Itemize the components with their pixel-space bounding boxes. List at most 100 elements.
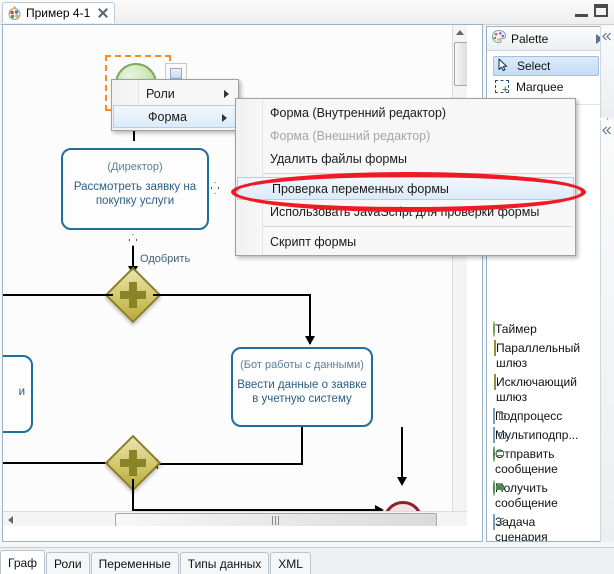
connection-port: [129, 234, 137, 246]
palette-item-label: Параллельный шлюз: [496, 341, 581, 370]
palette-item-parallel-gateway[interactable]: Параллельный шлюз: [487, 340, 607, 371]
menu-item-form[interactable]: Форма: [113, 105, 237, 128]
palette-item-label: Получить сообщение: [495, 481, 558, 510]
palette-item-label: Отправить сообщение: [495, 447, 558, 476]
menu-item-label: Роли: [146, 86, 175, 101]
tab-label: Типы данных: [187, 556, 262, 571]
tab-xml[interactable]: XML: [270, 552, 311, 574]
window-controls: [575, 4, 608, 17]
palette-item-script-task[interactable]: Задача сценария: [487, 514, 607, 541]
connection-line: [153, 463, 303, 465]
menu-item-label: Форма (Внутренний редактор): [270, 105, 447, 120]
menu-divider: [238, 173, 573, 174]
minimize-icon[interactable]: [575, 5, 588, 17]
menu-item-check-form-variables[interactable]: Проверка переменных формы: [237, 177, 574, 200]
script-task-icon: [493, 514, 495, 530]
send-message-icon: [493, 446, 504, 462]
connection-port: [211, 182, 219, 194]
close-icon[interactable]: [97, 7, 109, 19]
receive-message-icon: [493, 480, 504, 496]
subprocess-icon: [493, 408, 495, 424]
palette-item-label: Таймер: [495, 322, 537, 336]
palette-item-subprocess[interactable]: Подпроцесс: [487, 408, 607, 424]
task-label-line1: Ввести данные о заявке: [237, 379, 367, 391]
menu-item-form-internal-editor[interactable]: Форма (Внутренний редактор): [236, 101, 575, 124]
restore-panel-icon[interactable]: [602, 124, 613, 138]
arrowhead-icon: [305, 336, 315, 345]
tab-peremennye[interactable]: Переменные: [90, 552, 179, 574]
restore-panel-bar-top[interactable]: [600, 26, 614, 118]
tab-label: Роли: [54, 556, 82, 571]
tab-label: Переменные: [98, 556, 171, 571]
palette-tool-select[interactable]: Select: [493, 56, 599, 76]
submenu-arrow-icon: [224, 90, 229, 98]
menu-item-label: Проверка переменных формы: [272, 181, 449, 196]
cursor-icon: [496, 58, 512, 74]
tab-label: XML: [278, 556, 303, 571]
menu-item-label: Форма: [148, 109, 187, 124]
task-label-line1: Рассмотреть заявку на: [73, 181, 197, 193]
palette-item-label: Мультиподпр...: [495, 428, 579, 442]
palette-item-send-message[interactable]: Отправить сообщение: [487, 446, 607, 477]
menu-item-form-external-editor: Форма (Внешний редактор): [236, 124, 575, 147]
palette-item-timer[interactable]: Таймер: [487, 321, 607, 337]
palette-tool-label: Marquee: [516, 80, 564, 94]
connection-line: [301, 427, 303, 465]
task-label-clipped: и: [18, 386, 25, 398]
tab-label: Граф: [8, 555, 38, 570]
application-window: Пример 4-1 (Директор) Рассмотреть заявку…: [0, 0, 614, 574]
task-node-clipped[interactable]: и: [3, 355, 33, 433]
editor-tab[interactable]: Пример 4-1: [2, 2, 116, 23]
canvas-horizontal-scrollbar[interactable]: [3, 511, 467, 526]
connection-line: [3, 462, 113, 464]
context-menu-form-submenu[interactable]: Форма (Внутренний редактор) Форма (Внешн…: [235, 98, 576, 256]
title-bar: Пример 4-1: [0, 0, 614, 25]
context-menu-primary[interactable]: Роли Форма: [111, 79, 239, 131]
menu-divider: [238, 226, 573, 227]
restore-panel-bar-bottom[interactable]: [600, 120, 614, 542]
palette-item-label: Исключающий шлюз: [496, 375, 577, 404]
palette-item-receive-message[interactable]: Получить сообщение: [487, 480, 607, 511]
horizontal-scroll-thumb[interactable]: [115, 513, 437, 526]
tab-roli[interactable]: Роли: [46, 552, 90, 574]
palette-tool-label: Select: [517, 59, 551, 73]
task-swimlane-label: (Бот работы с данными): [240, 359, 364, 371]
connection-line: [153, 294, 311, 296]
menu-item-label: Форма (Внешний редактор): [270, 128, 431, 143]
task-swimlane-label: (Директор): [107, 161, 163, 173]
palette-tool-marquee[interactable]: + Marquee: [487, 76, 607, 98]
menu-item-use-javascript-validation[interactable]: Использовать JavaScript для проверки фор…: [236, 200, 575, 223]
palette-item-exclusive-gateway[interactable]: Исключающий шлюз: [487, 374, 607, 405]
arrow-up-icon[interactable]: [456, 30, 464, 35]
edge-label-approve: Одобрить: [140, 253, 191, 265]
tab-tipy-dannyh[interactable]: Типы данных: [179, 552, 270, 574]
menu-item-delete-form-files[interactable]: Удалить файлы формы: [236, 147, 575, 170]
task-label-line2: в учетную систему: [252, 393, 352, 405]
menu-item-label: Скрипт формы: [270, 234, 357, 249]
menu-item-label: Удалить файлы формы: [270, 151, 407, 166]
maximize-icon[interactable]: [594, 4, 608, 17]
task-node-director[interactable]: (Директор) Рассмотреть заявку на покупку…: [61, 148, 209, 230]
menu-item-roles[interactable]: Роли: [112, 82, 238, 105]
connection-line: [401, 427, 403, 483]
palette-header: Palette: [487, 27, 607, 51]
palette-icon: [491, 29, 507, 48]
submenu-arrow-icon: [222, 114, 227, 122]
arrow-left-icon[interactable]: [8, 516, 13, 524]
editor-bottom-tabs: Граф Роли Переменные Типы данных XML: [0, 547, 614, 574]
restore-panel-icon[interactable]: [602, 30, 613, 44]
menu-item-label: Использовать JavaScript для проверки фор…: [270, 204, 540, 219]
menu-item-form-script[interactable]: Скрипт формы: [236, 230, 575, 253]
arrowhead-icon: [397, 477, 407, 486]
palette-title: Palette: [511, 31, 549, 46]
marquee-icon: +: [495, 79, 511, 96]
task-label-line2: покупку услуги: [95, 195, 175, 207]
task-node-bot[interactable]: (Бот работы с данными) Ввести данные о з…: [231, 347, 373, 427]
connection-line: [3, 294, 113, 296]
editor-tab-label: Пример 4-1: [26, 6, 91, 20]
gateway-plus-icon: [129, 450, 137, 476]
vertical-scroll-thumb[interactable]: [454, 42, 467, 86]
tab-graf[interactable]: Граф: [0, 550, 46, 574]
connection-line: [132, 479, 134, 511]
palette-item-multi-subprocess[interactable]: Мультиподпр...: [487, 427, 607, 443]
